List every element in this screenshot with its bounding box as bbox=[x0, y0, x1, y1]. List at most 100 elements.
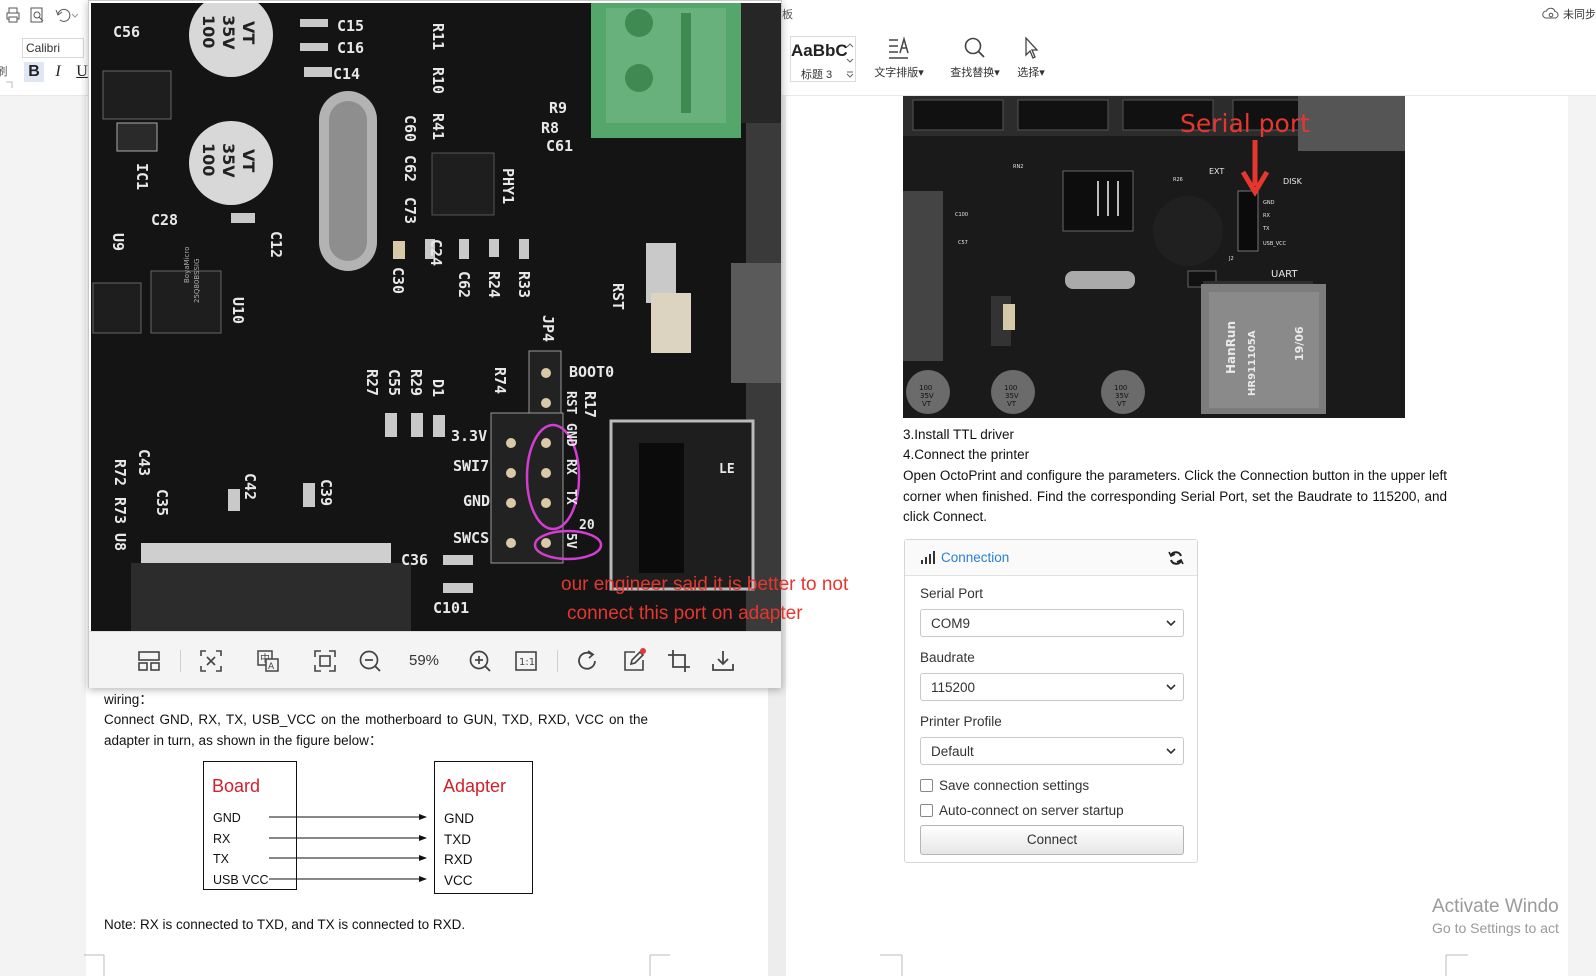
layout-icon[interactable] bbox=[136, 648, 162, 674]
silk-r8: R8 bbox=[541, 119, 559, 137]
save-settings-row[interactable]: Save connection settings bbox=[920, 778, 1089, 793]
board-photo-serial-port: DISK GND RX TX USB_VCC UART EXT J2 RN2 R… bbox=[903, 96, 1405, 418]
board-pin-rx: RX bbox=[213, 832, 231, 846]
silk-c55: C55 bbox=[385, 369, 403, 396]
download-icon[interactable] bbox=[710, 648, 736, 674]
board-title: Board bbox=[212, 776, 261, 796]
silk-r73: R73 bbox=[111, 497, 129, 524]
cap2-voltage: 35V bbox=[1005, 392, 1019, 400]
zoom-out-icon[interactable] bbox=[357, 648, 383, 674]
baudrate-select[interactable]: 115200 bbox=[920, 673, 1184, 701]
save-settings-checkbox[interactable] bbox=[920, 779, 933, 792]
octoprint-connection-panel: Connection Serial Port COM9 Baudrate 115… bbox=[904, 539, 1198, 863]
chevron-down-icon bbox=[1166, 684, 1176, 691]
silk-r41: R41 bbox=[429, 113, 447, 140]
wiring-paragraph: Connect GND, RX, TX, USB_VCC on the moth… bbox=[104, 712, 648, 748]
cap-b-value: 100 bbox=[199, 143, 218, 176]
silk-uart: UART bbox=[1271, 269, 1298, 280]
save-settings-label: Save connection settings bbox=[939, 778, 1090, 793]
cap1-voltage: 35V bbox=[920, 392, 934, 400]
signal-icon bbox=[921, 551, 935, 564]
silk-phy1: PHY1 bbox=[499, 168, 517, 204]
silk-u8: U8 bbox=[111, 533, 129, 551]
refresh-icon[interactable] bbox=[1168, 550, 1184, 566]
silk-j2: J2 bbox=[1228, 256, 1234, 262]
cap-a-voltage: 35V bbox=[219, 15, 238, 50]
cap-b-type: VT bbox=[239, 149, 258, 172]
silk-c43: C43 bbox=[135, 449, 153, 476]
adapter-pin-rxd: RXD bbox=[444, 852, 473, 867]
connect-button[interactable]: Connect bbox=[920, 825, 1184, 855]
baudrate-value: 115200 bbox=[931, 680, 976, 695]
silk-r17: R17 bbox=[581, 391, 599, 418]
silk-r72: R72 bbox=[111, 459, 129, 486]
zoom-in-icon[interactable] bbox=[467, 648, 493, 674]
wiring-note: Note: RX is connected to TXD, and TX is … bbox=[104, 917, 466, 932]
silk-c35: C35 bbox=[153, 489, 171, 516]
wiring-arrows bbox=[269, 814, 427, 882]
fit-window-icon[interactable] bbox=[198, 648, 224, 674]
cap3-voltage: 35V bbox=[1115, 392, 1129, 400]
silk-rx: RX bbox=[1263, 213, 1270, 219]
printer-profile-select[interactable]: Default bbox=[920, 737, 1184, 765]
octoprint-instructions: Open OctoPrint and configure the paramet… bbox=[903, 468, 1447, 524]
svg-text:1:1: 1:1 bbox=[519, 657, 535, 668]
silk-disk: DISK bbox=[1283, 177, 1303, 186]
serial-port-value: COM9 bbox=[931, 616, 971, 631]
cap1-value: 100 bbox=[919, 384, 932, 392]
cap3-type: VT bbox=[1117, 400, 1127, 408]
silk-3v3: 3.3V bbox=[451, 427, 487, 445]
silk-c101: C101 bbox=[433, 599, 469, 617]
svg-text:A: A bbox=[268, 662, 275, 672]
chevron-down-icon bbox=[1166, 748, 1176, 755]
silk-u10: U10 bbox=[229, 297, 247, 324]
edit-icon[interactable] bbox=[621, 648, 647, 674]
engineer-warning-line-2: connect this port on adapter bbox=[567, 603, 803, 624]
connection-title[interactable]: Connection bbox=[941, 550, 1009, 565]
crop-icon[interactable] bbox=[666, 648, 692, 674]
step-4: 4.Connect the printer bbox=[903, 447, 1030, 462]
actual-size-icon[interactable]: 1:1 bbox=[513, 648, 539, 674]
autoconnect-row[interactable]: Auto-connect on server startup bbox=[920, 803, 1124, 818]
cap3-value: 100 bbox=[1114, 384, 1127, 392]
fullscreen-icon[interactable] bbox=[312, 648, 338, 674]
silk-ext: EXT bbox=[1209, 167, 1224, 176]
silk-c16: C16 bbox=[337, 39, 364, 57]
silk-20: 20 bbox=[579, 518, 595, 533]
adapter-title: Adapter bbox=[443, 776, 507, 796]
silk-boot0: BOOT0 bbox=[569, 363, 614, 381]
silk-c100: C100 bbox=[955, 212, 968, 218]
engineer-warning-line-1: our engineer said it is better to not bbox=[561, 574, 849, 595]
silk-c24: C24 bbox=[427, 239, 445, 266]
adapter-pin-vcc: VCC bbox=[444, 873, 473, 888]
rotate-icon[interactable] bbox=[574, 648, 600, 674]
silk-c56: C56 bbox=[113, 23, 140, 41]
silk-c36: C36 bbox=[401, 551, 428, 569]
silk-swcs: SWCS bbox=[453, 529, 489, 547]
silk-swi7: SWI7 bbox=[453, 457, 489, 475]
silk-r9: R9 bbox=[549, 99, 567, 117]
silk-gnd: GND bbox=[463, 492, 490, 510]
printer-profile-value: Default bbox=[931, 744, 974, 759]
silk-c62b: C62 bbox=[455, 271, 473, 298]
translate-icon[interactable]: 中A bbox=[255, 648, 281, 674]
connection-header[interactable]: Connection bbox=[905, 540, 1197, 576]
silk-c42: C42 bbox=[241, 473, 259, 500]
cap-a-value: 100 bbox=[199, 15, 218, 48]
silk-c28: C28 bbox=[151, 211, 178, 229]
autoconnect-checkbox[interactable] bbox=[920, 804, 933, 817]
serial-port-select[interactable]: COM9 bbox=[920, 609, 1184, 637]
cap-a-type: VT bbox=[239, 21, 258, 44]
silk-c62a: C62 bbox=[401, 155, 419, 182]
image-viewer-toolbar: 中A 59% 1:1 bbox=[89, 631, 781, 688]
silk-r11: R11 bbox=[429, 23, 447, 50]
baudrate-label: Baudrate bbox=[920, 650, 975, 665]
chevron-down-icon bbox=[1166, 620, 1176, 627]
silk-u9: U9 bbox=[109, 233, 127, 251]
silk-r26: R26 bbox=[1173, 177, 1183, 183]
silk-c39: C39 bbox=[317, 479, 335, 506]
step-3: 3.Install TTL driver bbox=[903, 427, 1015, 442]
zoom-level[interactable]: 59% bbox=[409, 652, 439, 669]
cap2-type: VT bbox=[1007, 400, 1017, 408]
silk-c30: C30 bbox=[389, 267, 407, 294]
